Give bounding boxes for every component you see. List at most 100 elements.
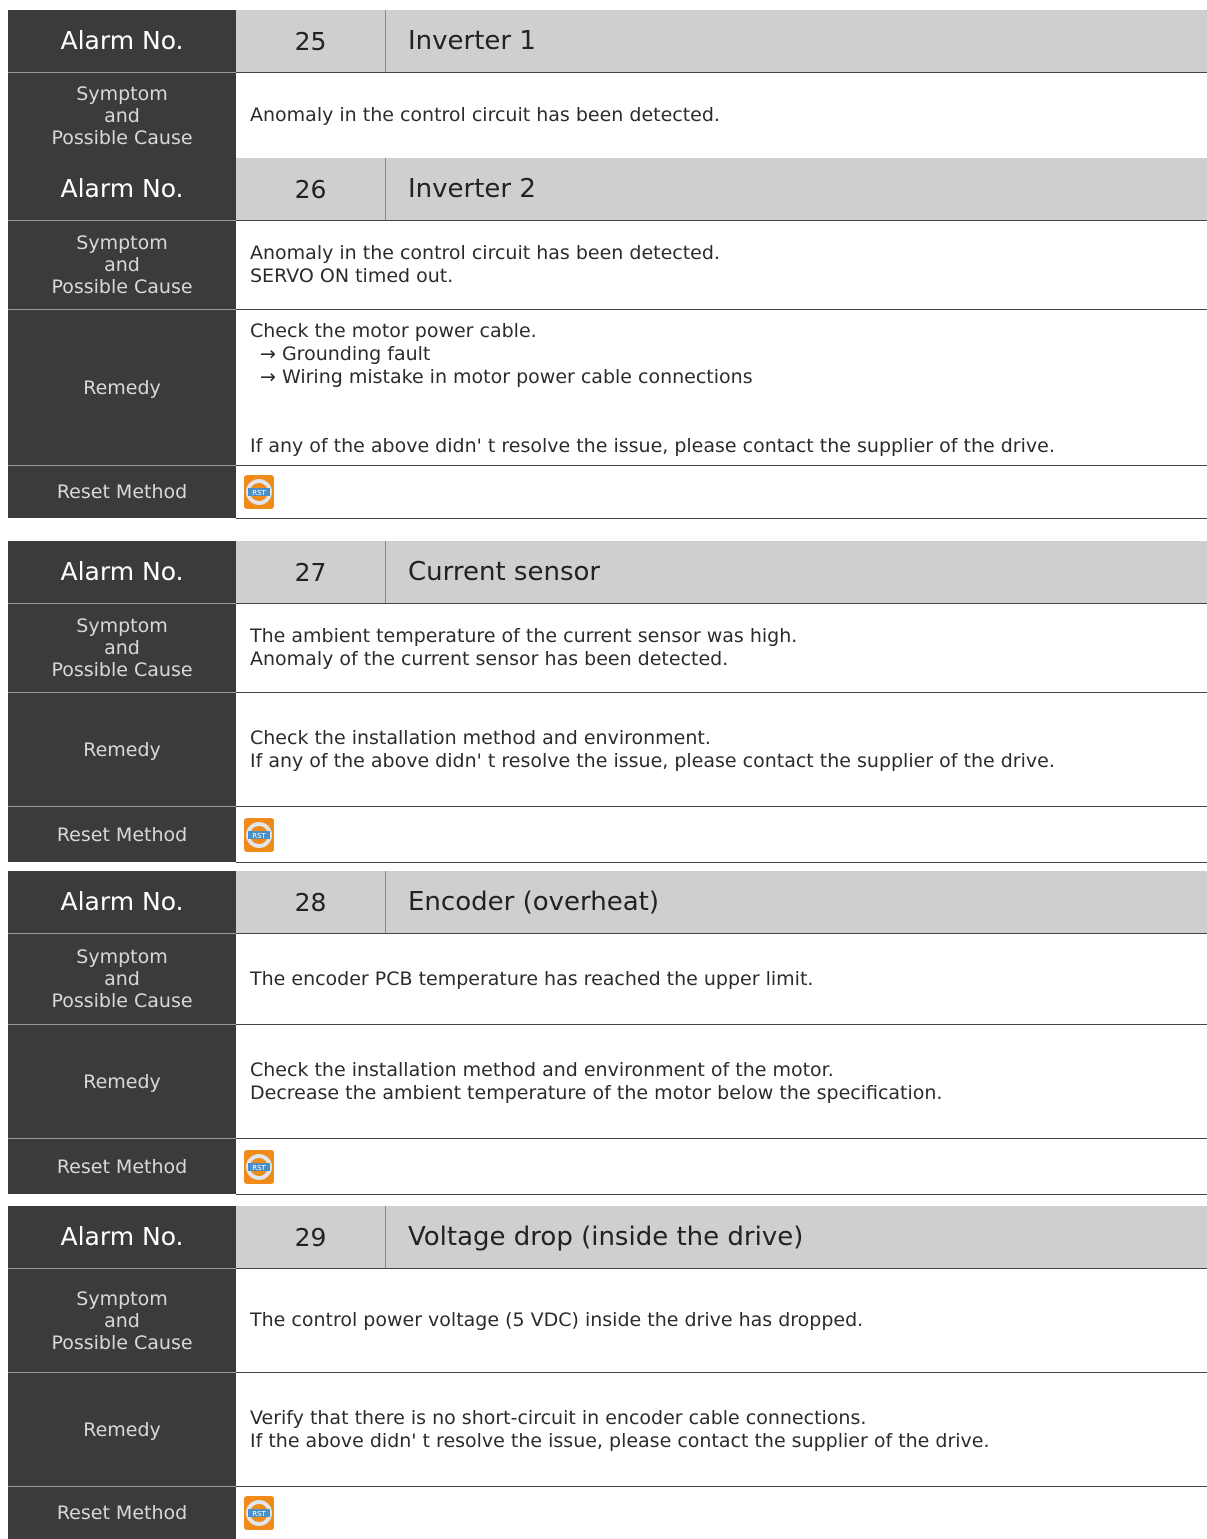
- reset-row: Reset Method: [8, 1138, 1207, 1194]
- symptom-label-line-1: Symptom: [76, 232, 168, 254]
- symptom-label-line-3: Possible Cause: [51, 126, 193, 149]
- reset-row: Reset Method: [8, 1486, 1207, 1539]
- symptom-label-line-2: and: [104, 968, 140, 990]
- reset-row: Reset Method: [8, 806, 1207, 862]
- divider: [236, 1194, 1207, 1195]
- remedy-label-text: Remedy: [83, 1418, 161, 1441]
- rst-reset-icon: [244, 818, 274, 852]
- alarm-number: 28: [236, 871, 386, 933]
- remedy-line: If any of the above didn' t resolve the …: [250, 749, 1055, 772]
- reset-label: Reset Method: [8, 1138, 236, 1194]
- alarm-block-25: Alarm No. 25 Inverter 1 Symptom and Poss…: [8, 10, 1207, 158]
- remedy-row: Remedy Check the installation method and…: [8, 692, 1207, 806]
- divider: [236, 518, 1207, 519]
- remedy-label: Remedy: [8, 692, 236, 806]
- symptom-label-line-3: Possible Cause: [51, 990, 193, 1012]
- remedy-row: Remedy Check the motor power cable. → Gr…: [8, 309, 1207, 465]
- symptom-label: Symptom and Possible Cause: [8, 72, 236, 158]
- symptom-line: The ambient temperature of the current s…: [250, 625, 798, 647]
- symptom-text: Anomaly in the control circuit has been …: [236, 72, 1207, 158]
- remedy-label-text: Remedy: [83, 738, 161, 761]
- remedy-line: Check the motor power cable.: [250, 320, 537, 342]
- remedy-label-text: Remedy: [83, 376, 161, 399]
- symptom-label-line-2: and: [104, 254, 140, 276]
- symptom-label-line-1: Symptom: [76, 82, 168, 105]
- divider: [236, 862, 1207, 863]
- alarm-title: Inverter 1: [386, 10, 1207, 72]
- symptom-row: Symptom and Possible Cause Anomaly in th…: [8, 220, 1207, 309]
- symptom-row: Symptom and Possible Cause Anomaly in th…: [8, 72, 1207, 158]
- remedy-line: → Grounding fault: [260, 343, 431, 365]
- symptom-label: Symptom and Possible Cause: [8, 1268, 236, 1372]
- rst-reset-icon: [244, 1496, 274, 1530]
- alarm-header: Alarm No. 28 Encoder (overheat): [8, 871, 1207, 933]
- alarm-header: Alarm No. 26 Inverter 2: [8, 158, 1207, 220]
- symptom-label-line-3: Possible Cause: [51, 659, 193, 681]
- reset-label: Reset Method: [8, 465, 236, 518]
- remedy-line: Verify that there is no short-circuit in…: [250, 1406, 867, 1429]
- remedy-text: Verify that there is no short-circuit in…: [236, 1372, 1207, 1486]
- symptom-line: Anomaly of the current sensor has been d…: [250, 648, 729, 670]
- symptom-label-line-2: and: [104, 104, 140, 127]
- symptom-label-line-1: Symptom: [76, 1287, 168, 1310]
- alarm-no-label: Alarm No.: [8, 158, 236, 220]
- alarm-header: Alarm No. 27 Current sensor: [8, 541, 1207, 603]
- alarm-no-label: Alarm No.: [8, 871, 236, 933]
- alarm-header: Alarm No. 29 Voltage drop (inside the dr…: [8, 1206, 1207, 1268]
- alarm-title: Encoder (overheat): [386, 871, 1207, 933]
- symptom-label: Symptom and Possible Cause: [8, 933, 236, 1024]
- remedy-text: Check the installation method and enviro…: [236, 1024, 1207, 1138]
- reset-method: [236, 465, 1207, 518]
- symptom-label-line-3: Possible Cause: [51, 1331, 193, 1354]
- reset-label-text: Reset Method: [56, 481, 188, 503]
- remedy-line: Decrease the ambient temperature of the …: [250, 1081, 943, 1104]
- symptom-text: The encoder PCB temperature has reached …: [236, 933, 1207, 1024]
- alarm-no-label: Alarm No.: [8, 541, 236, 603]
- alarm-header: Alarm No. 25 Inverter 1: [8, 10, 1207, 72]
- symptom-label-line-1: Symptom: [76, 615, 168, 637]
- reset-method: [236, 1138, 1207, 1194]
- alarm-block-29: Alarm No. 29 Voltage drop (inside the dr…: [8, 1206, 1207, 1539]
- remedy-line: → Wiring mistake in motor power cable co…: [260, 366, 753, 388]
- remedy-line: If any of the above didn' t resolve the …: [250, 435, 1055, 457]
- remedy-label: Remedy: [8, 1024, 236, 1138]
- rst-reset-icon: [244, 1150, 274, 1184]
- symptom-label-line-3: Possible Cause: [51, 276, 193, 298]
- symptom-line: Anomaly in the control circuit has been …: [250, 242, 720, 264]
- alarm-title: Inverter 2: [386, 158, 1207, 220]
- symptom-label: Symptom and Possible Cause: [8, 220, 236, 309]
- remedy-label: Remedy: [8, 1372, 236, 1486]
- alarm-number: 29: [236, 1206, 386, 1268]
- symptom-label: Symptom and Possible Cause: [8, 603, 236, 692]
- reset-label: Reset Method: [8, 806, 236, 862]
- symptom-line: Anomaly in the control circuit has been …: [250, 104, 720, 126]
- remedy-line: Check the installation method and enviro…: [250, 1058, 834, 1081]
- remedy-text: Check the installation method and enviro…: [236, 692, 1207, 806]
- alarm-block-26: Alarm No. 26 Inverter 2 Symptom and Poss…: [8, 158, 1207, 519]
- alarm-title: Voltage drop (inside the drive): [386, 1206, 1207, 1268]
- symptom-row: Symptom and Possible Cause The control p…: [8, 1268, 1207, 1372]
- alarm-number: 27: [236, 541, 386, 603]
- remedy-row: Remedy Check the installation method and…: [8, 1024, 1207, 1138]
- reset-method: [236, 1486, 1207, 1539]
- alarm-number: 26: [236, 158, 386, 220]
- reset-method: [236, 806, 1207, 862]
- symptom-label-line-1: Symptom: [76, 946, 168, 968]
- alarm-title: Current sensor: [386, 541, 1207, 603]
- alarm-number: 25: [236, 10, 386, 72]
- symptom-row: Symptom and Possible Cause The ambient t…: [8, 603, 1207, 692]
- symptom-label-line-2: and: [104, 637, 140, 659]
- remedy-label: Remedy: [8, 309, 236, 465]
- alarm-block-27: Alarm No. 27 Current sensor Symptom and …: [8, 541, 1207, 863]
- reset-label-text: Reset Method: [56, 1502, 188, 1524]
- symptom-label-line-2: and: [104, 1309, 140, 1332]
- symptom-text: The control power voltage (5 VDC) inside…: [236, 1268, 1207, 1372]
- alarm-no-label: Alarm No.: [8, 1206, 236, 1268]
- symptom-text: Anomaly in the control circuit has been …: [236, 220, 1207, 309]
- symptom-line: SERVO ON timed out.: [250, 265, 454, 287]
- reset-label-text: Reset Method: [56, 823, 188, 846]
- rst-reset-icon: [244, 475, 274, 509]
- remedy-row: Remedy Verify that there is no short-cir…: [8, 1372, 1207, 1486]
- remedy-label-text: Remedy: [83, 1070, 161, 1093]
- symptom-row: Symptom and Possible Cause The encoder P…: [8, 933, 1207, 1024]
